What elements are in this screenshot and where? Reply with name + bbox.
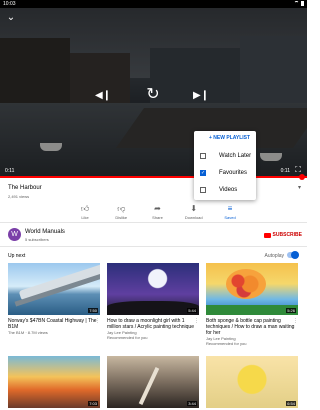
video-thumbnail[interactable]: 7:50 <box>8 263 100 315</box>
video-thumbnail[interactable]: 6:54 <box>206 356 298 408</box>
video-card-reason: Recommended for you <box>206 341 247 346</box>
video-thumbnail[interactable]: 5:44 <box>107 263 199 315</box>
subscribe-button[interactable]: SUBSCRIBE <box>263 232 302 238</box>
progress-knob[interactable] <box>299 174 305 180</box>
save-to-playlist-popup: + NEW PLAYLIST Watch Later ✓ Favourites … <box>194 131 256 200</box>
video-card-reason: Recommended for you <box>107 335 148 340</box>
duration-badge: 6:54 <box>286 401 296 406</box>
video-card[interactable]: 7:50 Norway's $47BN Coastal Highway | Th… <box>8 263 100 335</box>
checkbox[interactable] <box>200 187 206 193</box>
like-button[interactable]: 👍︎ Like <box>70 204 100 220</box>
video-card[interactable]: 5:44 How to draw a moonlight girl with 1… <box>107 263 199 340</box>
video-card-title[interactable]: Norway's $47BN Coastal Highway | The B1M <box>8 318 100 330</box>
video-card[interactable]: 6:54 <box>206 356 298 408</box>
more-vert-icon[interactable]: ⋮ <box>194 318 199 324</box>
playlist-item-videos[interactable]: Videos <box>200 185 254 195</box>
divider <box>0 222 307 223</box>
download-button[interactable]: ⬇ Download <box>179 204 209 220</box>
current-time: 0:11 <box>5 168 15 174</box>
video-title: The Harbour <box>8 185 42 191</box>
wifi-icon <box>294 1 299 6</box>
more-vert-icon[interactable]: ⋮ <box>95 318 100 324</box>
channel-avatar[interactable]: W <box>8 228 21 241</box>
video-card-title[interactable]: Both sponge & bottle cap painting techni… <box>206 318 298 336</box>
video-player[interactable]: ⌄ ◀❙ ↻ ▶❙ 0:11 0:11 ⛶ <box>0 8 307 178</box>
status-bar: 10:03 <box>0 0 307 8</box>
next-icon[interactable]: ▶❙ <box>193 88 209 102</box>
subscriber-count: 5 subscribers <box>25 237 49 242</box>
expand-description-icon[interactable]: ▾ <box>298 184 301 191</box>
video-thumbnail[interactable]: 7:03 <box>8 356 100 408</box>
collapse-icon[interactable]: ⌄ <box>5 11 17 23</box>
playlist-item-watch-later[interactable]: Watch Later <box>200 151 254 161</box>
video-card[interactable]: 5:26 Both sponge & bottle cap painting t… <box>206 263 298 346</box>
channel-name[interactable]: World Manuals <box>25 229 65 235</box>
checkbox-checked[interactable]: ✓ <box>200 170 206 176</box>
new-playlist-button[interactable]: + NEW PLAYLIST <box>209 135 250 141</box>
video-card[interactable]: 3:44 <box>107 356 199 408</box>
duration-badge: 3:44 <box>187 401 197 406</box>
duration-badge: 7:50 <box>88 308 98 313</box>
share-icon: ➦ <box>154 204 161 213</box>
battery-icon <box>301 1 304 6</box>
video-thumbnail[interactable]: 5:26 <box>206 263 298 315</box>
status-time: 10:03 <box>3 1 16 7</box>
duration: 0:11 <box>280 168 290 174</box>
autoplay-label: Autoplay <box>264 253 284 259</box>
duration-badge: 7:03 <box>88 401 98 406</box>
action-row: 👍︎ Like 👎︎ Dislike ➦ Share ⬇ Download ≡ … <box>70 204 245 220</box>
previous-icon[interactable]: ◀❙ <box>95 88 111 102</box>
youtube-icon <box>263 232 271 238</box>
share-button[interactable]: ➦ Share <box>143 204 173 220</box>
more-vert-icon[interactable]: ⋮ <box>293 318 298 324</box>
checkbox[interactable] <box>200 153 206 159</box>
view-count: 2,491 views <box>8 194 30 199</box>
video-thumbnail[interactable]: 3:44 <box>107 356 199 408</box>
thumbs-up-icon: 👍︎ <box>80 204 90 213</box>
video-card-meta: The B1M · 8.7M views <box>8 330 48 335</box>
divider <box>0 246 307 247</box>
progress-bar[interactable] <box>0 176 307 178</box>
download-icon: ⬇ <box>190 204 198 213</box>
video-card[interactable]: 7:03 <box>8 356 100 408</box>
duration-badge: 5:26 <box>286 308 296 313</box>
duration-badge: 5:44 <box>187 308 197 313</box>
saved-button[interactable]: ≡ Saved <box>215 204 245 220</box>
dislike-button[interactable]: 👎︎ Dislike <box>106 204 136 220</box>
video-card-title[interactable]: How to draw a moonlight girl with 1 mill… <box>107 318 199 330</box>
playlist-item-favourites[interactable]: ✓ Favourites <box>200 168 254 178</box>
replay-icon[interactable]: ↻ <box>143 84 163 104</box>
thumbs-down-icon: 👎︎ <box>117 204 126 213</box>
up-next-label: Up next <box>8 253 26 259</box>
playlist-add-check-icon: ≡ <box>227 204 233 213</box>
autoplay-toggle[interactable] <box>287 251 299 259</box>
